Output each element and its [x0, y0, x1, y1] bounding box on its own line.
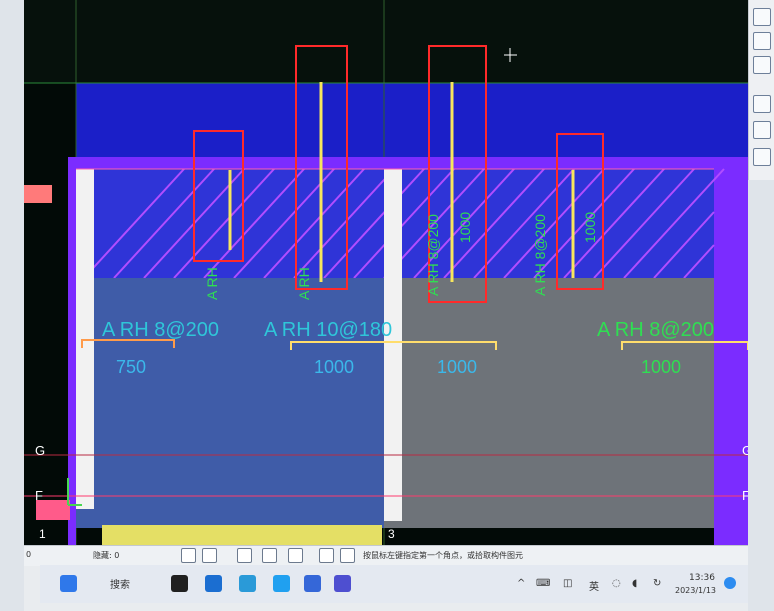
tray-app-icon[interactable]: ◫: [563, 578, 572, 589]
box-icon[interactable]: [753, 32, 771, 50]
taskbar: 搜索 ^ ⌨ ◫ 英 ◌ ◖ ↻ 13:36 2023/1/13: [40, 565, 748, 603]
screen: G F G F 1 3 A RH 8@200 A RH 10@180 A RH …: [0, 0, 774, 611]
left-purple-wall: [68, 157, 76, 545]
dim-1000-c: 1000: [641, 357, 681, 377]
volume-icon[interactable]: ◖: [632, 578, 637, 589]
vertical-dim: 1000: [582, 212, 598, 243]
rebar-label-1: A RH 8@200: [102, 319, 219, 341]
grid-label-1: 1: [39, 527, 46, 541]
grid-label-f: F: [35, 488, 43, 503]
dim-750: 750: [116, 357, 146, 377]
top-purple-wall: [68, 157, 748, 169]
dim-1000-a: 1000: [314, 357, 354, 377]
battery-icon[interactable]: ↻: [653, 578, 661, 589]
cube-icon[interactable]: [753, 56, 771, 74]
windows-start-icon[interactable]: [60, 575, 77, 592]
vertical-label: A RH 8@200: [532, 214, 548, 296]
cad-canvas[interactable]: G F G F 1 3 A RH 8@200 A RH 10@180 A RH …: [24, 0, 748, 545]
dim-1000-b: 1000: [437, 357, 477, 377]
text-icon[interactable]: [273, 575, 290, 592]
vertical-label: A RH 8@200: [425, 214, 441, 296]
pink-block: [36, 500, 70, 520]
wifi-icon[interactable]: ◌: [612, 578, 621, 589]
view-icon[interactable]: [753, 8, 771, 26]
app-icon[interactable]: [304, 575, 321, 592]
grid-label-g: G: [35, 443, 45, 458]
cad-app-icon[interactable]: [334, 575, 351, 592]
grid-button[interactable]: [319, 548, 334, 563]
vertical-label: A RH: [296, 267, 312, 300]
search-label[interactable]: 搜索: [110, 576, 130, 591]
tray-up-icon[interactable]: ^: [517, 578, 525, 589]
status-left-value: 0: [26, 550, 32, 559]
top-blue-band: [76, 83, 748, 157]
edge-icon[interactable]: [239, 575, 256, 592]
grid-label-3: 3: [388, 527, 395, 541]
status-bar: 0 隐藏: 0 按鼠标左键指定第一个角点，或拾取构件图元: [24, 545, 748, 566]
clock-date: 2023/1/13: [675, 586, 717, 595]
cross-button[interactable]: [237, 548, 252, 563]
top-dark-band: [24, 0, 748, 83]
line-button[interactable]: [288, 548, 303, 563]
select-icon[interactable]: [753, 95, 771, 113]
angle-button[interactable]: [262, 548, 277, 563]
rect-button[interactable]: [202, 548, 217, 563]
right-bezel: [748, 180, 774, 611]
left-panel: [76, 278, 384, 528]
rebar-label-2: A RH 10@180: [264, 319, 392, 341]
notification-badge[interactable]: [724, 577, 736, 589]
component-icon[interactable]: [753, 121, 771, 139]
vertical-dim: 1000: [457, 212, 473, 243]
middle-white-column: [384, 169, 402, 521]
language-indicator[interactable]: 英: [589, 578, 599, 593]
drawing-canvas[interactable]: G F G F 1 3 A RH 8@200 A RH 10@180 A RH …: [24, 0, 748, 545]
vertical-label: A RH: [204, 267, 220, 300]
ortho-button[interactable]: [181, 548, 196, 563]
yellow-strip: [102, 525, 382, 545]
right-purple-wall: [714, 157, 748, 545]
clock-time: 13:36: [689, 573, 715, 583]
taskview-icon[interactable]: [171, 575, 188, 592]
hidden-count: 隐藏: 0: [93, 551, 120, 560]
file-explorer-icon[interactable]: [205, 575, 222, 592]
pink-block: [24, 185, 52, 203]
command-prompt: 按鼠标左键指定第一个角点，或拾取构件图元: [363, 551, 523, 560]
document-icon[interactable]: [753, 148, 771, 166]
rebar-label-3: A RH 8@200: [597, 319, 714, 341]
tray-network-icon[interactable]: ⌨: [536, 578, 550, 589]
right-panel: [384, 278, 714, 528]
left-bezel: [0, 0, 24, 611]
snap-button[interactable]: [340, 548, 355, 563]
right-toolbar: [748, 0, 774, 180]
